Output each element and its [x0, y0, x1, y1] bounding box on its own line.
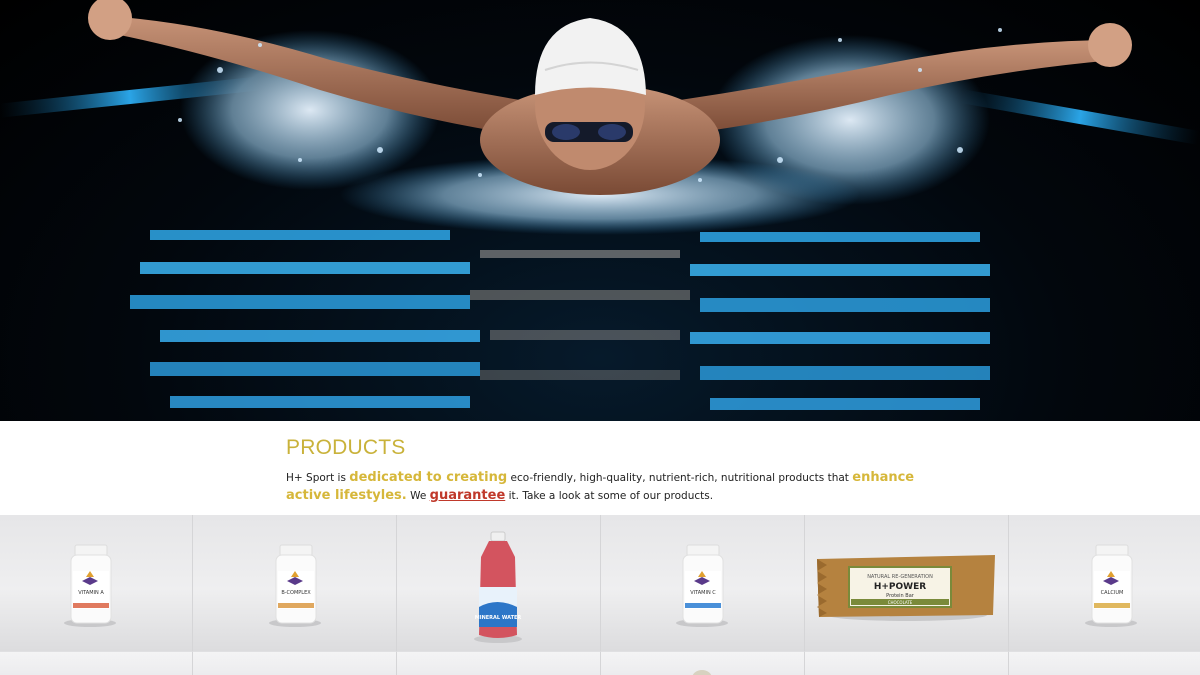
product-tile-row2-1[interactable] [0, 651, 193, 675]
product-tile-b-complex[interactable]: B-COMPLEX [193, 515, 397, 651]
bar-title: H+POWER [874, 582, 926, 592]
product-tile-protein-bar[interactable]: NATURAL RE-GENERATION H+POWER Protein Ba… [805, 515, 1009, 651]
b-complex-label: B-COMPLEX [281, 590, 311, 596]
product-tile-row2-4[interactable] [601, 651, 805, 675]
desc-part-3: We [406, 490, 430, 502]
vitamin-a-label: VITAMIN A [78, 590, 104, 596]
bar-subtitle: Protein Bar [886, 593, 915, 599]
product-tile-row2-3[interactable] [397, 651, 601, 675]
desc-highlight-dedicated: dedicated to creating [349, 470, 508, 485]
product-grid: VITAMIN A B-COMPLEX MINERAL WATER VITAMI… [0, 515, 1200, 651]
product-grid-row-2 [0, 651, 1200, 675]
bar-flavor: CHOCOLATE [888, 600, 913, 605]
bar-brand: NATURAL RE-GENERATION [867, 574, 933, 580]
product-tile-row2-6[interactable] [1009, 651, 1200, 675]
swimmer-photo [0, 0, 1200, 410]
product-tile-row2-2[interactable] [193, 651, 397, 675]
products-heading: PRODUCTS [286, 436, 406, 459]
products-description: H+ Sport is dedicated to creating eco-fr… [286, 469, 926, 505]
guarantee-link[interactable]: guarantee [430, 488, 506, 503]
product-tile-vitamin-a[interactable]: VITAMIN A [0, 515, 193, 651]
hero-banner [0, 0, 1200, 421]
desc-part-1: H+ Sport is [286, 472, 350, 484]
product-tile-row2-5[interactable] [805, 651, 1009, 675]
products-intro: PRODUCTS H+ Sport is dedicated to creati… [286, 436, 926, 505]
mineral-water-label: MINERAL WATER [475, 615, 522, 621]
desc-part-2: eco-friendly, high-quality, nutrient-ric… [507, 472, 853, 484]
calcium-label: CALCIUM [1101, 590, 1124, 596]
product-tile-calcium[interactable]: CALCIUM [1009, 515, 1200, 651]
desc-part-4: it. Take a look at some of our products. [505, 490, 714, 502]
vitamin-c-label: VITAMIN C [690, 590, 716, 596]
product-tile-mineral-water[interactable]: MINERAL WATER [397, 515, 601, 651]
product-tile-vitamin-c[interactable]: VITAMIN C [601, 515, 805, 651]
